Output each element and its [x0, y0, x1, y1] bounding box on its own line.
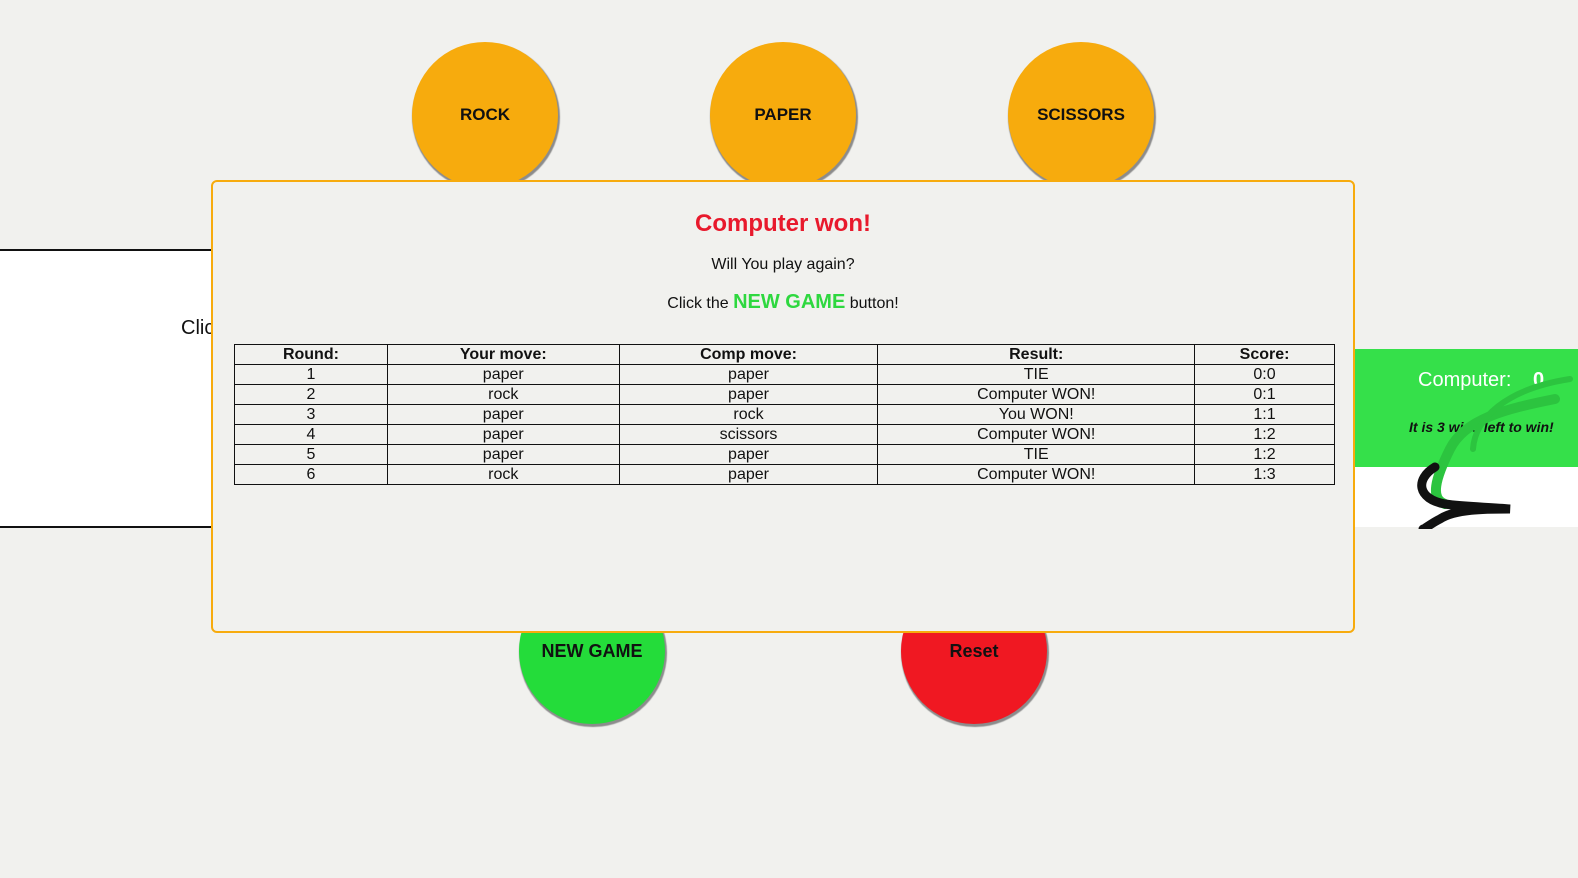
header-comp-move: Comp move:	[618, 344, 879, 365]
result-cell: Computer WON!	[877, 424, 1196, 445]
reset-button-label: Reset	[949, 641, 999, 661]
hint-prefix: Click the	[667, 295, 734, 312]
your-move-cell: paper	[386, 404, 620, 425]
round-cell: 6	[234, 464, 388, 485]
hint-highlight: NEW GAME	[733, 291, 846, 313]
result-cell: TIE	[877, 364, 1196, 385]
table-row: 4 paper scissors Computer WON! 1:2	[234, 424, 1335, 445]
your-move-cell: paper	[386, 424, 620, 445]
result-cell: Computer WON!	[877, 384, 1196, 405]
result-cell: Computer WON!	[877, 464, 1196, 485]
header-your-move: Your move:	[386, 344, 620, 365]
score-cell: 0:0	[1194, 364, 1335, 385]
comp-move-cell: paper	[618, 464, 879, 485]
table-row: 6 rock paper Computer WON! 1:3	[234, 464, 1335, 485]
scissors-button[interactable]: SCISSORS	[1008, 42, 1154, 188]
your-move-cell: rock	[386, 384, 620, 405]
your-move-cell: paper	[386, 444, 620, 465]
your-move-cell: paper	[386, 364, 620, 385]
your-move-cell: rock	[386, 464, 620, 485]
game-over-modal: Computer won! Will You play again? Click…	[211, 180, 1355, 633]
comp-move-cell: scissors	[618, 424, 879, 445]
rock-button-label: ROCK	[459, 105, 511, 124]
modal-title: Computer won!	[695, 210, 871, 237]
table-row: 3 paper rock You WON! 1:1	[234, 404, 1335, 425]
swirl-decoration-icon	[1417, 376, 1573, 529]
table-row: 1 paper paper TIE 0:0	[234, 364, 1335, 385]
hint-suffix: button!	[845, 295, 899, 312]
result-cell: You WON!	[877, 404, 1196, 425]
score-cell: 1:2	[1194, 424, 1335, 445]
score-cell: 0:1	[1194, 384, 1335, 405]
round-cell: 5	[234, 444, 388, 465]
score-cell: 1:2	[1194, 444, 1335, 465]
comp-move-cell: paper	[618, 364, 879, 385]
play-again-question: Will You play again?	[711, 256, 855, 273]
header-round: Round:	[234, 344, 388, 365]
header-score: Score:	[1194, 344, 1335, 365]
table-row: 2 rock paper Computer WON! 0:1	[234, 384, 1335, 405]
round-cell: 4	[234, 424, 388, 445]
paper-button[interactable]: PAPER	[710, 42, 856, 188]
table-row: 5 paper paper TIE 1:2	[234, 444, 1335, 465]
instruction-panel: Clic	[0, 249, 240, 528]
score-cell: 1:3	[1194, 464, 1335, 485]
rock-button[interactable]: ROCK	[412, 42, 558, 188]
paper-button-label: PAPER	[754, 105, 812, 124]
scissors-button-label: SCISSORS	[1037, 105, 1125, 124]
new-game-button-label: NEW GAME	[541, 641, 643, 661]
round-cell: 2	[234, 384, 388, 405]
instruction-text: Clic	[181, 317, 215, 339]
comp-move-cell: rock	[618, 404, 879, 425]
results-header-row: Round: Your move: Comp move: Result: Sco…	[234, 344, 1335, 365]
results-table: Round: Your move: Comp move: Result: Sco…	[234, 344, 1335, 485]
round-cell: 1	[234, 364, 388, 385]
header-result: Result:	[877, 344, 1196, 365]
round-cell: 3	[234, 404, 388, 425]
result-cell: TIE	[877, 444, 1196, 465]
comp-move-cell: paper	[618, 444, 879, 465]
score-cell: 1:1	[1194, 404, 1335, 425]
comp-move-cell: paper	[618, 384, 879, 405]
new-game-hint: Click the NEW GAME button!	[213, 291, 1353, 314]
